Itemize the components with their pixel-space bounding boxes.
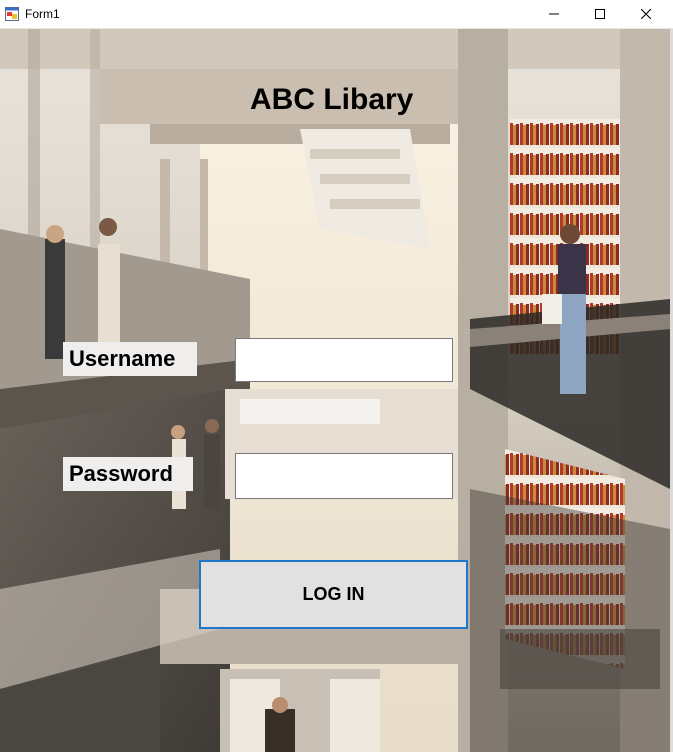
close-button[interactable] (623, 0, 669, 28)
app-icon (5, 7, 19, 21)
username-label: Username (63, 342, 197, 376)
window-title: Form1 (25, 7, 60, 21)
title-bar: Form1 (0, 0, 673, 29)
login-button[interactable]: LOG IN (199, 560, 468, 629)
maximize-icon (595, 9, 605, 19)
page-title: ABC Libary (250, 83, 414, 116)
minimize-icon (549, 13, 559, 15)
password-label: Password (63, 457, 193, 491)
username-field[interactable] (235, 338, 453, 382)
form-client-area: ABC Libary Username Password LOG IN (0, 29, 670, 752)
password-field[interactable] (235, 453, 453, 499)
library-background-image (0, 29, 670, 752)
minimize-button[interactable] (531, 0, 577, 28)
maximize-button[interactable] (577, 0, 623, 28)
close-icon (641, 9, 651, 19)
